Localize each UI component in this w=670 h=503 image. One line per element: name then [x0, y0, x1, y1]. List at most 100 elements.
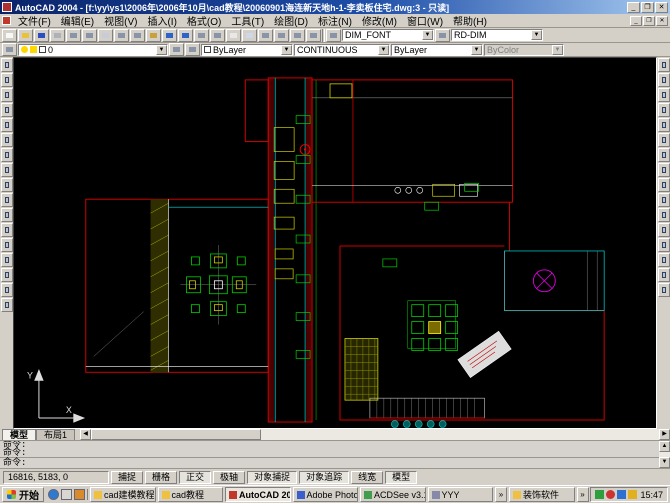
- print-icon[interactable]: [50, 29, 65, 42]
- doc-close-button[interactable]: ✕: [656, 16, 668, 26]
- doc-restore-button[interactable]: ❐: [643, 16, 655, 26]
- break-at-point-icon[interactable]: [658, 223, 670, 237]
- task-autocad[interactable]: AutoCAD 200...: [225, 487, 291, 502]
- fillet-icon[interactable]: [658, 268, 670, 282]
- ellipse-icon[interactable]: [1, 193, 13, 207]
- copy-icon[interactable]: [114, 29, 129, 42]
- open-icon[interactable]: [18, 29, 33, 42]
- move-icon[interactable]: [658, 133, 670, 147]
- command-scrollbar[interactable]: ▲ ▼: [659, 441, 670, 468]
- lineweight-button[interactable]: 线宽: [351, 471, 383, 484]
- drawing-canvas[interactable]: Y X: [13, 57, 657, 429]
- redo-icon[interactable]: [178, 29, 193, 42]
- chamfer-icon[interactable]: [658, 253, 670, 267]
- menu-dimension[interactable]: 标注(N): [313, 13, 357, 28]
- save-icon[interactable]: [34, 29, 49, 42]
- grid-button[interactable]: 栅格: [145, 471, 177, 484]
- erase-icon[interactable]: [658, 58, 670, 72]
- show-desktop-icon[interactable]: [61, 489, 72, 500]
- taskbar-chevron[interactable]: »: [577, 487, 589, 502]
- model-button[interactable]: 模型: [385, 471, 417, 484]
- pan-realtime-icon[interactable]: [226, 29, 241, 42]
- ellipse-arc-icon[interactable]: [1, 208, 13, 222]
- spell-icon[interactable]: [82, 29, 97, 42]
- task-yyy[interactable]: YYY: [428, 487, 494, 502]
- scroll-up-icon[interactable]: ▲: [659, 441, 670, 452]
- taskbar-chevron[interactable]: »: [495, 487, 507, 502]
- tray-im-icon[interactable]: [617, 490, 626, 499]
- menu-format[interactable]: 格式(O): [182, 13, 226, 28]
- hyperlink-icon[interactable]: [194, 29, 209, 42]
- make-object-layer-current-icon[interactable]: [169, 43, 184, 56]
- dim-style-icon[interactable]: [435, 29, 450, 42]
- doc-minimize-button[interactable]: _: [630, 16, 642, 26]
- trim-icon[interactable]: [658, 193, 670, 207]
- scroll-right-icon[interactable]: ▶: [659, 429, 670, 440]
- region-icon[interactable]: [1, 283, 13, 297]
- ortho-button[interactable]: 正交: [179, 471, 211, 484]
- layer-on-bulb-icon[interactable]: [21, 46, 28, 53]
- task-acdsee[interactable]: ACDSee v3.1...: [360, 487, 426, 502]
- scroll-left-icon[interactable]: ◀: [80, 429, 91, 440]
- menu-modify[interactable]: 修改(M): [357, 13, 402, 28]
- tab-layout1[interactable]: 布局1: [36, 429, 75, 440]
- array-icon[interactable]: [658, 118, 670, 132]
- task-cad-modeling[interactable]: cad建模教程: [90, 487, 156, 502]
- layer-combo[interactable]: 0 ▼: [18, 44, 168, 56]
- line-icon[interactable]: [1, 58, 13, 72]
- print-preview-icon[interactable]: [66, 29, 81, 42]
- chevron-down-icon[interactable]: ▼: [471, 45, 482, 55]
- make-block-icon[interactable]: [1, 238, 13, 252]
- command-prompt[interactable]: 命令:: [0, 458, 659, 468]
- cut-icon[interactable]: [98, 29, 113, 42]
- minimize-button[interactable]: _: [627, 2, 640, 13]
- snap-button[interactable]: 捕捉: [111, 471, 143, 484]
- design-center-icon[interactable]: [306, 29, 321, 42]
- revision-cloud-icon[interactable]: [1, 163, 13, 177]
- hscroll-thumb[interactable]: [91, 429, 261, 440]
- polyline-icon[interactable]: [1, 88, 13, 102]
- spline-icon[interactable]: [1, 178, 13, 192]
- rectangle-icon[interactable]: [1, 118, 13, 132]
- chevron-down-icon[interactable]: ▼: [531, 30, 542, 40]
- chevron-down-icon[interactable]: ▼: [156, 45, 167, 55]
- multiline-text-icon[interactable]: [1, 298, 13, 312]
- osnap-button[interactable]: 对象捕捉: [247, 471, 297, 484]
- menu-window[interactable]: 窗口(W): [402, 13, 448, 28]
- copy-object-icon[interactable]: [658, 73, 670, 87]
- media-player-icon[interactable]: [74, 489, 85, 500]
- horizontal-scrollbar[interactable]: ◀ ▶: [80, 429, 670, 440]
- menu-draw[interactable]: 绘图(D): [269, 13, 313, 28]
- lineweight-combo[interactable]: ByLayer ▼: [391, 44, 483, 56]
- menu-file[interactable]: 文件(F): [13, 13, 56, 28]
- chevron-down-icon[interactable]: ▼: [422, 30, 433, 40]
- tray-network-icon[interactable]: [595, 490, 604, 499]
- menu-insert[interactable]: 插入(I): [142, 13, 181, 28]
- offset-icon[interactable]: [658, 103, 670, 117]
- otrack-button[interactable]: 对象追踪: [299, 471, 349, 484]
- hscroll-track[interactable]: [91, 429, 659, 440]
- polygon-icon[interactable]: [1, 103, 13, 117]
- maximize-button[interactable]: ❐: [641, 2, 654, 13]
- polar-button[interactable]: 极轴: [213, 471, 245, 484]
- color-combo[interactable]: ByLayer ▼: [201, 44, 293, 56]
- mirror-icon[interactable]: [658, 88, 670, 102]
- zoom-realtime-icon[interactable]: [242, 29, 257, 42]
- construction-line-icon[interactable]: [1, 73, 13, 87]
- zoom-previous-icon[interactable]: [274, 29, 289, 42]
- zoom-window-icon[interactable]: [258, 29, 273, 42]
- rotate-icon[interactable]: [658, 148, 670, 162]
- text-style-combo[interactable]: DIM_FONT ▼: [342, 29, 434, 41]
- task-cad-tutorial[interactable]: cad教程: [158, 487, 224, 502]
- layer-freeze-sun-icon[interactable]: [30, 46, 37, 53]
- tab-model[interactable]: 模型: [2, 429, 36, 440]
- point-icon[interactable]: [1, 253, 13, 267]
- layer-previous-icon[interactable]: [185, 43, 200, 56]
- tray-antivirus-icon[interactable]: [606, 490, 615, 499]
- menu-edit[interactable]: 编辑(E): [56, 13, 99, 28]
- menu-view[interactable]: 视图(V): [99, 13, 142, 28]
- command-window[interactable]: 命令: 命令: 命令: ▲ ▼: [0, 441, 670, 469]
- redraw-icon[interactable]: [210, 29, 225, 42]
- hatch-icon[interactable]: [1, 268, 13, 282]
- scroll-down-icon[interactable]: ▼: [659, 457, 670, 468]
